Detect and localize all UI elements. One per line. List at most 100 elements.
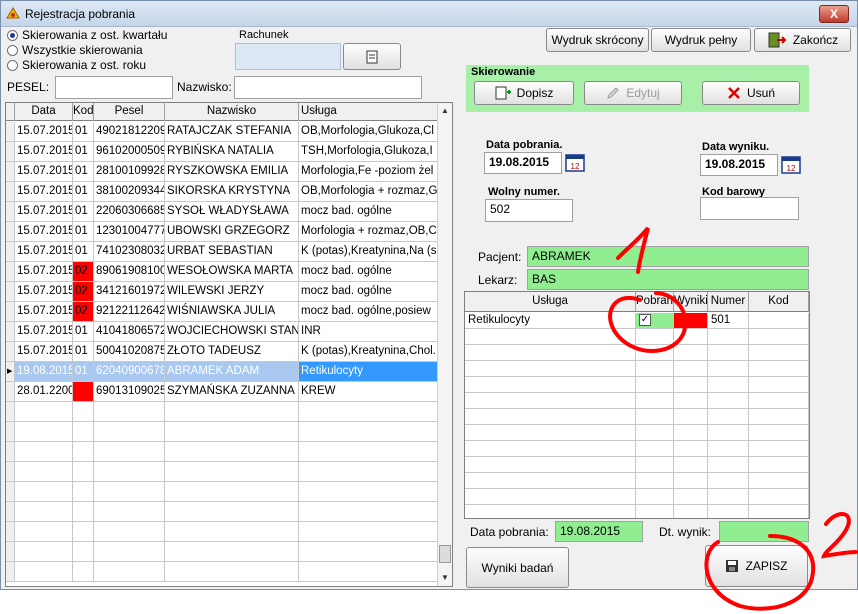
service-cell-wyniki[interactable] [674, 345, 708, 361]
cell-usluga[interactable]: Morfologia,Fe -poziom żel [299, 162, 438, 182]
filter-all[interactable]: Wszystkie skierowania [7, 43, 143, 57]
cell-nazwisko[interactable]: URBAT SEBASTIAN [165, 242, 299, 262]
service-cell-pobrani[interactable] [636, 457, 674, 473]
cell-nazwisko[interactable] [165, 422, 299, 442]
service-cell-pobrani[interactable] [636, 345, 674, 361]
row-indicator[interactable] [6, 282, 15, 302]
service-cell-wyniki[interactable] [674, 377, 708, 393]
cell-nazwisko[interactable] [165, 522, 299, 542]
rachunek-field[interactable] [235, 43, 341, 70]
cell-kod[interactable]: 01 [73, 142, 94, 162]
cell-usluga[interactable]: KREW [299, 382, 438, 402]
row-indicator[interactable] [6, 182, 15, 202]
cell-data[interactable]: 15.07.2015 [15, 122, 73, 142]
row-indicator[interactable] [6, 242, 15, 262]
cell-usluga[interactable]: INR [299, 322, 438, 342]
cell-kod[interactable] [73, 482, 94, 502]
cell-usluga[interactable]: Retikulocyty [299, 362, 438, 382]
service-cell-wyniki[interactable] [674, 409, 708, 425]
cell-pesel[interactable] [94, 502, 165, 522]
cell-pesel[interactable]: 69013109025 [94, 382, 165, 402]
cell-nazwisko[interactable] [165, 562, 299, 582]
cell-nazwisko[interactable] [165, 402, 299, 422]
row-indicator[interactable] [6, 322, 15, 342]
cell-data[interactable]: 15.07.2015 [15, 142, 73, 162]
cell-pesel[interactable]: 28100109928 [94, 162, 165, 182]
service-cell-usluga[interactable] [465, 345, 636, 361]
service-cell-pobrani[interactable]: ✓ [636, 313, 674, 329]
cell-kod[interactable]: 02 [73, 282, 94, 302]
row-indicator[interactable] [6, 202, 15, 222]
cell-pesel[interactable] [94, 422, 165, 442]
service-cell-wyniki[interactable] [674, 425, 708, 441]
service-cell-pobrani[interactable] [636, 505, 674, 518]
service-cell-kod[interactable] [749, 425, 809, 441]
cell-data[interactable]: 15.07.2015 [15, 242, 73, 262]
cell-kod[interactable] [73, 462, 94, 482]
cell-nazwisko[interactable]: WOJCIECHOWSKI STANIS [165, 322, 299, 342]
service-cell-wyniki[interactable] [674, 489, 708, 505]
service-cell-usluga[interactable] [465, 409, 636, 425]
rachunek-button[interactable] [343, 43, 401, 70]
referrals-grid[interactable]: Data Kod Pesel Nazwisko Usługa 15.07.201… [5, 102, 453, 587]
cell-data[interactable] [15, 442, 73, 462]
row-indicator[interactable] [6, 422, 15, 442]
service-cell-kod[interactable] [749, 313, 809, 329]
service-cell-usluga[interactable] [465, 457, 636, 473]
row-indicator[interactable] [6, 142, 15, 162]
cell-usluga[interactable] [299, 562, 438, 582]
cell-nazwisko[interactable] [165, 502, 299, 522]
cell-usluga[interactable] [299, 482, 438, 502]
cell-data[interactable]: 19.08.2015 [15, 362, 73, 382]
row-indicator[interactable] [6, 562, 15, 582]
cell-kod[interactable] [73, 382, 94, 402]
cell-nazwisko[interactable]: SIKORSKA KRYSTYNA [165, 182, 299, 202]
service-cell-kod[interactable] [749, 329, 809, 345]
cell-pesel[interactable] [94, 442, 165, 462]
close-button[interactable]: X [819, 5, 849, 23]
cell-nazwisko[interactable] [165, 542, 299, 562]
pesel-input[interactable] [55, 76, 173, 99]
row-indicator[interactable] [6, 382, 15, 402]
service-cell-usluga[interactable] [465, 473, 636, 489]
cell-data[interactable]: 15.07.2015 [15, 302, 73, 322]
service-cell-numer[interactable] [708, 505, 749, 518]
cell-data[interactable] [15, 502, 73, 522]
cell-usluga[interactable]: OB,Morfologia,Glukoza,Cl [299, 122, 438, 142]
cell-kod[interactable]: 02 [73, 302, 94, 322]
service-cell-usluga[interactable] [465, 393, 636, 409]
cell-data[interactable] [15, 402, 73, 422]
cell-usluga[interactable] [299, 442, 438, 462]
cell-usluga[interactable]: K (potas),Kreatynina,Chol. [299, 342, 438, 362]
cell-usluga[interactable]: K (potas),Kreatynina,Na (s [299, 242, 438, 262]
service-cell-numer[interactable] [708, 425, 749, 441]
cell-data[interactable]: 15.07.2015 [15, 182, 73, 202]
service-cell-numer[interactable] [708, 329, 749, 345]
cell-nazwisko[interactable]: WIŚNIAWSKA JULIA [165, 302, 299, 322]
service-cell-numer[interactable] [708, 441, 749, 457]
col-wyniki[interactable]: Wyniki [674, 292, 708, 312]
cell-nazwisko[interactable]: SZYMAŃSKA ZUZANNA [165, 382, 299, 402]
service-cell-usluga[interactable] [465, 425, 636, 441]
cell-usluga[interactable]: mocz bad. ogólne [299, 282, 438, 302]
service-cell-kod[interactable] [749, 473, 809, 489]
service-cell-wyniki[interactable] [674, 457, 708, 473]
service-cell-numer[interactable] [708, 457, 749, 473]
cell-data[interactable]: 15.07.2015 [15, 322, 73, 342]
cell-usluga[interactable]: mocz bad. ogólne [299, 202, 438, 222]
service-cell-numer[interactable] [708, 345, 749, 361]
row-indicator[interactable] [6, 222, 15, 242]
cell-pesel[interactable]: 41041806572 [94, 322, 165, 342]
service-cell-usluga[interactable] [465, 441, 636, 457]
cell-data[interactable]: 15.07.2015 [15, 162, 73, 182]
scroll-thumb[interactable] [439, 545, 451, 563]
row-indicator[interactable] [6, 342, 15, 362]
col-nazwisko[interactable]: Nazwisko [165, 103, 299, 121]
service-cell-kod[interactable] [749, 361, 809, 377]
services-grid[interactable]: Usługa Pobrani Wyniki Numer Kod Retikulo… [464, 291, 810, 519]
cell-pesel[interactable]: 74102308032 [94, 242, 165, 262]
service-cell-numer[interactable] [708, 473, 749, 489]
cell-kod[interactable]: 01 [73, 322, 94, 342]
service-cell-usluga[interactable] [465, 377, 636, 393]
service-cell-pobrani[interactable] [636, 329, 674, 345]
